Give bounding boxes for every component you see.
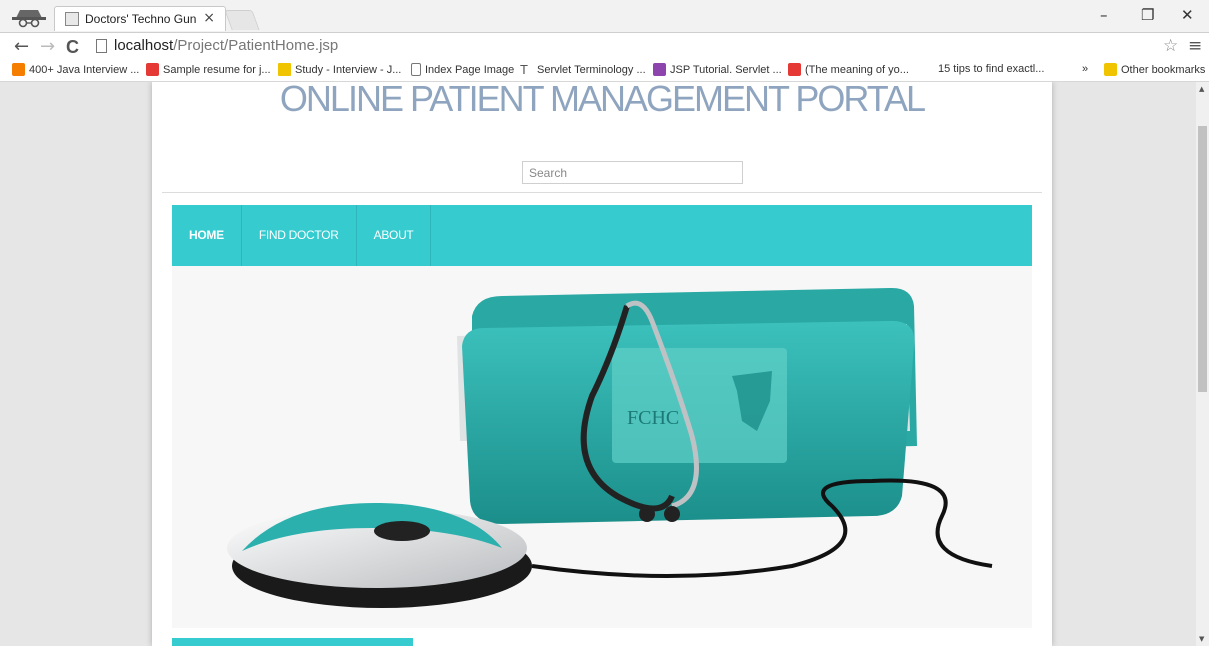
page-scrollbar[interactable]: ▲ ▼ xyxy=(1196,82,1209,646)
back-icon[interactable]: ← xyxy=(14,36,29,57)
url-text[interactable]: localhost/Project/PatientHome.jsp xyxy=(114,37,338,54)
jsp-icon xyxy=(653,63,666,76)
scroll-thumb[interactable] xyxy=(1198,126,1207,392)
bookmark-star-icon[interactable]: ☆ xyxy=(1163,36,1178,56)
bookmark-label: JSP Tutorial. Servlet ... xyxy=(670,63,782,76)
bookmarks-overflow-icon[interactable]: » xyxy=(1082,63,1088,75)
other-bookmarks-label: Other bookmarks xyxy=(1121,63,1206,76)
tab-title: Doctors' Techno Gun xyxy=(85,12,197,26)
bookmark-label: 400+ Java Interview ... xyxy=(29,63,140,76)
incognito-icon xyxy=(12,10,46,28)
bookmark-item[interactable]: Index Page Image xyxy=(411,63,514,76)
other-bookmarks[interactable]: Other bookmarks xyxy=(1104,63,1205,76)
url-path: /Project/PatientHome.jsp xyxy=(173,37,339,54)
browser-tabstrip: Doctors' Techno Gun × – ❐ ✕ xyxy=(0,0,1209,33)
nav-home[interactable]: HOME xyxy=(172,205,242,266)
scroll-down-icon[interactable]: ▼ xyxy=(1199,635,1204,643)
nav-about[interactable]: ABOUT xyxy=(357,205,432,266)
blogger-icon xyxy=(12,63,25,76)
sidebar-header-bar xyxy=(172,638,413,646)
hero-image: FCHC xyxy=(172,266,1032,628)
bookmark-label: Study - Interview - J... xyxy=(295,63,402,76)
window-close-icon[interactable]: ✕ xyxy=(1181,6,1194,24)
address-toolbar: ← → C localhost/Project/PatientHome.jsp … xyxy=(0,32,1209,60)
new-tab-button[interactable] xyxy=(224,10,260,30)
bookmark-item[interactable]: Sample resume for j... xyxy=(146,63,271,76)
folder-icon xyxy=(1104,63,1117,76)
browser-menu-icon[interactable]: ≡ xyxy=(1188,36,1202,56)
bookmark-label: Sample resume for j... xyxy=(163,63,271,76)
bookmark-label: (The meaning of yo... xyxy=(805,63,909,76)
bookmark-label: Servlet Terminology ... xyxy=(537,63,646,76)
minimize-icon[interactable]: – xyxy=(1100,6,1108,24)
restore-icon[interactable]: ❐ xyxy=(1141,6,1154,24)
reload-icon[interactable]: C xyxy=(66,37,79,58)
emblem-text: FCHC xyxy=(627,407,679,429)
bookmark-item[interactable]: T Servlet Terminology ... xyxy=(520,63,646,76)
bookmark-item[interactable]: 15 tips to find exactl... xyxy=(938,63,1044,75)
typography-icon: T xyxy=(520,62,528,77)
forward-icon[interactable]: → xyxy=(40,36,55,57)
folder-icon xyxy=(278,63,291,76)
tab-close-icon[interactable]: × xyxy=(203,10,215,26)
site-title: ONLINE PATIENT MANAGEMENT PORTAL xyxy=(279,82,926,119)
divider xyxy=(162,192,1042,193)
bookmark-item[interactable]: 400+ Java Interview ... xyxy=(12,63,139,76)
bookmark-item[interactable]: (The meaning of yo... xyxy=(788,63,909,76)
page-icon xyxy=(96,39,107,53)
tab-favicon-icon xyxy=(65,12,79,26)
page-viewport: ONLINE PATIENT MANAGEMENT PORTAL HOME FI… xyxy=(0,82,1196,646)
page-container: ONLINE PATIENT MANAGEMENT PORTAL HOME FI… xyxy=(152,82,1052,646)
address-bar[interactable]: localhost/Project/PatientHome.jsp xyxy=(90,36,1150,58)
red-c-icon xyxy=(146,63,159,76)
bookmark-label: Index Page Image xyxy=(425,63,515,76)
bookmarks-bar: 400+ Java Interview ... Sample resume fo… xyxy=(0,60,1209,82)
nav-find-doctor[interactable]: FIND DOCTOR xyxy=(242,205,357,266)
url-host: localhost xyxy=(114,37,174,54)
bookmark-item[interactable]: JSP Tutorial. Servlet ... xyxy=(653,63,782,76)
main-nav: HOME FIND DOCTOR ABOUT xyxy=(172,205,1032,266)
red-badge-icon xyxy=(788,63,801,76)
bookmark-item[interactable]: Study - Interview - J... xyxy=(278,63,401,76)
browser-tab[interactable]: Doctors' Techno Gun × xyxy=(54,6,226,31)
page-icon xyxy=(411,63,421,76)
scroll-up-icon[interactable]: ▲ xyxy=(1199,85,1204,93)
search-input[interactable] xyxy=(522,161,743,184)
medical-folder-illustration: FCHC xyxy=(227,288,993,608)
bookmark-label: 15 tips to find exactl... xyxy=(938,63,1045,75)
